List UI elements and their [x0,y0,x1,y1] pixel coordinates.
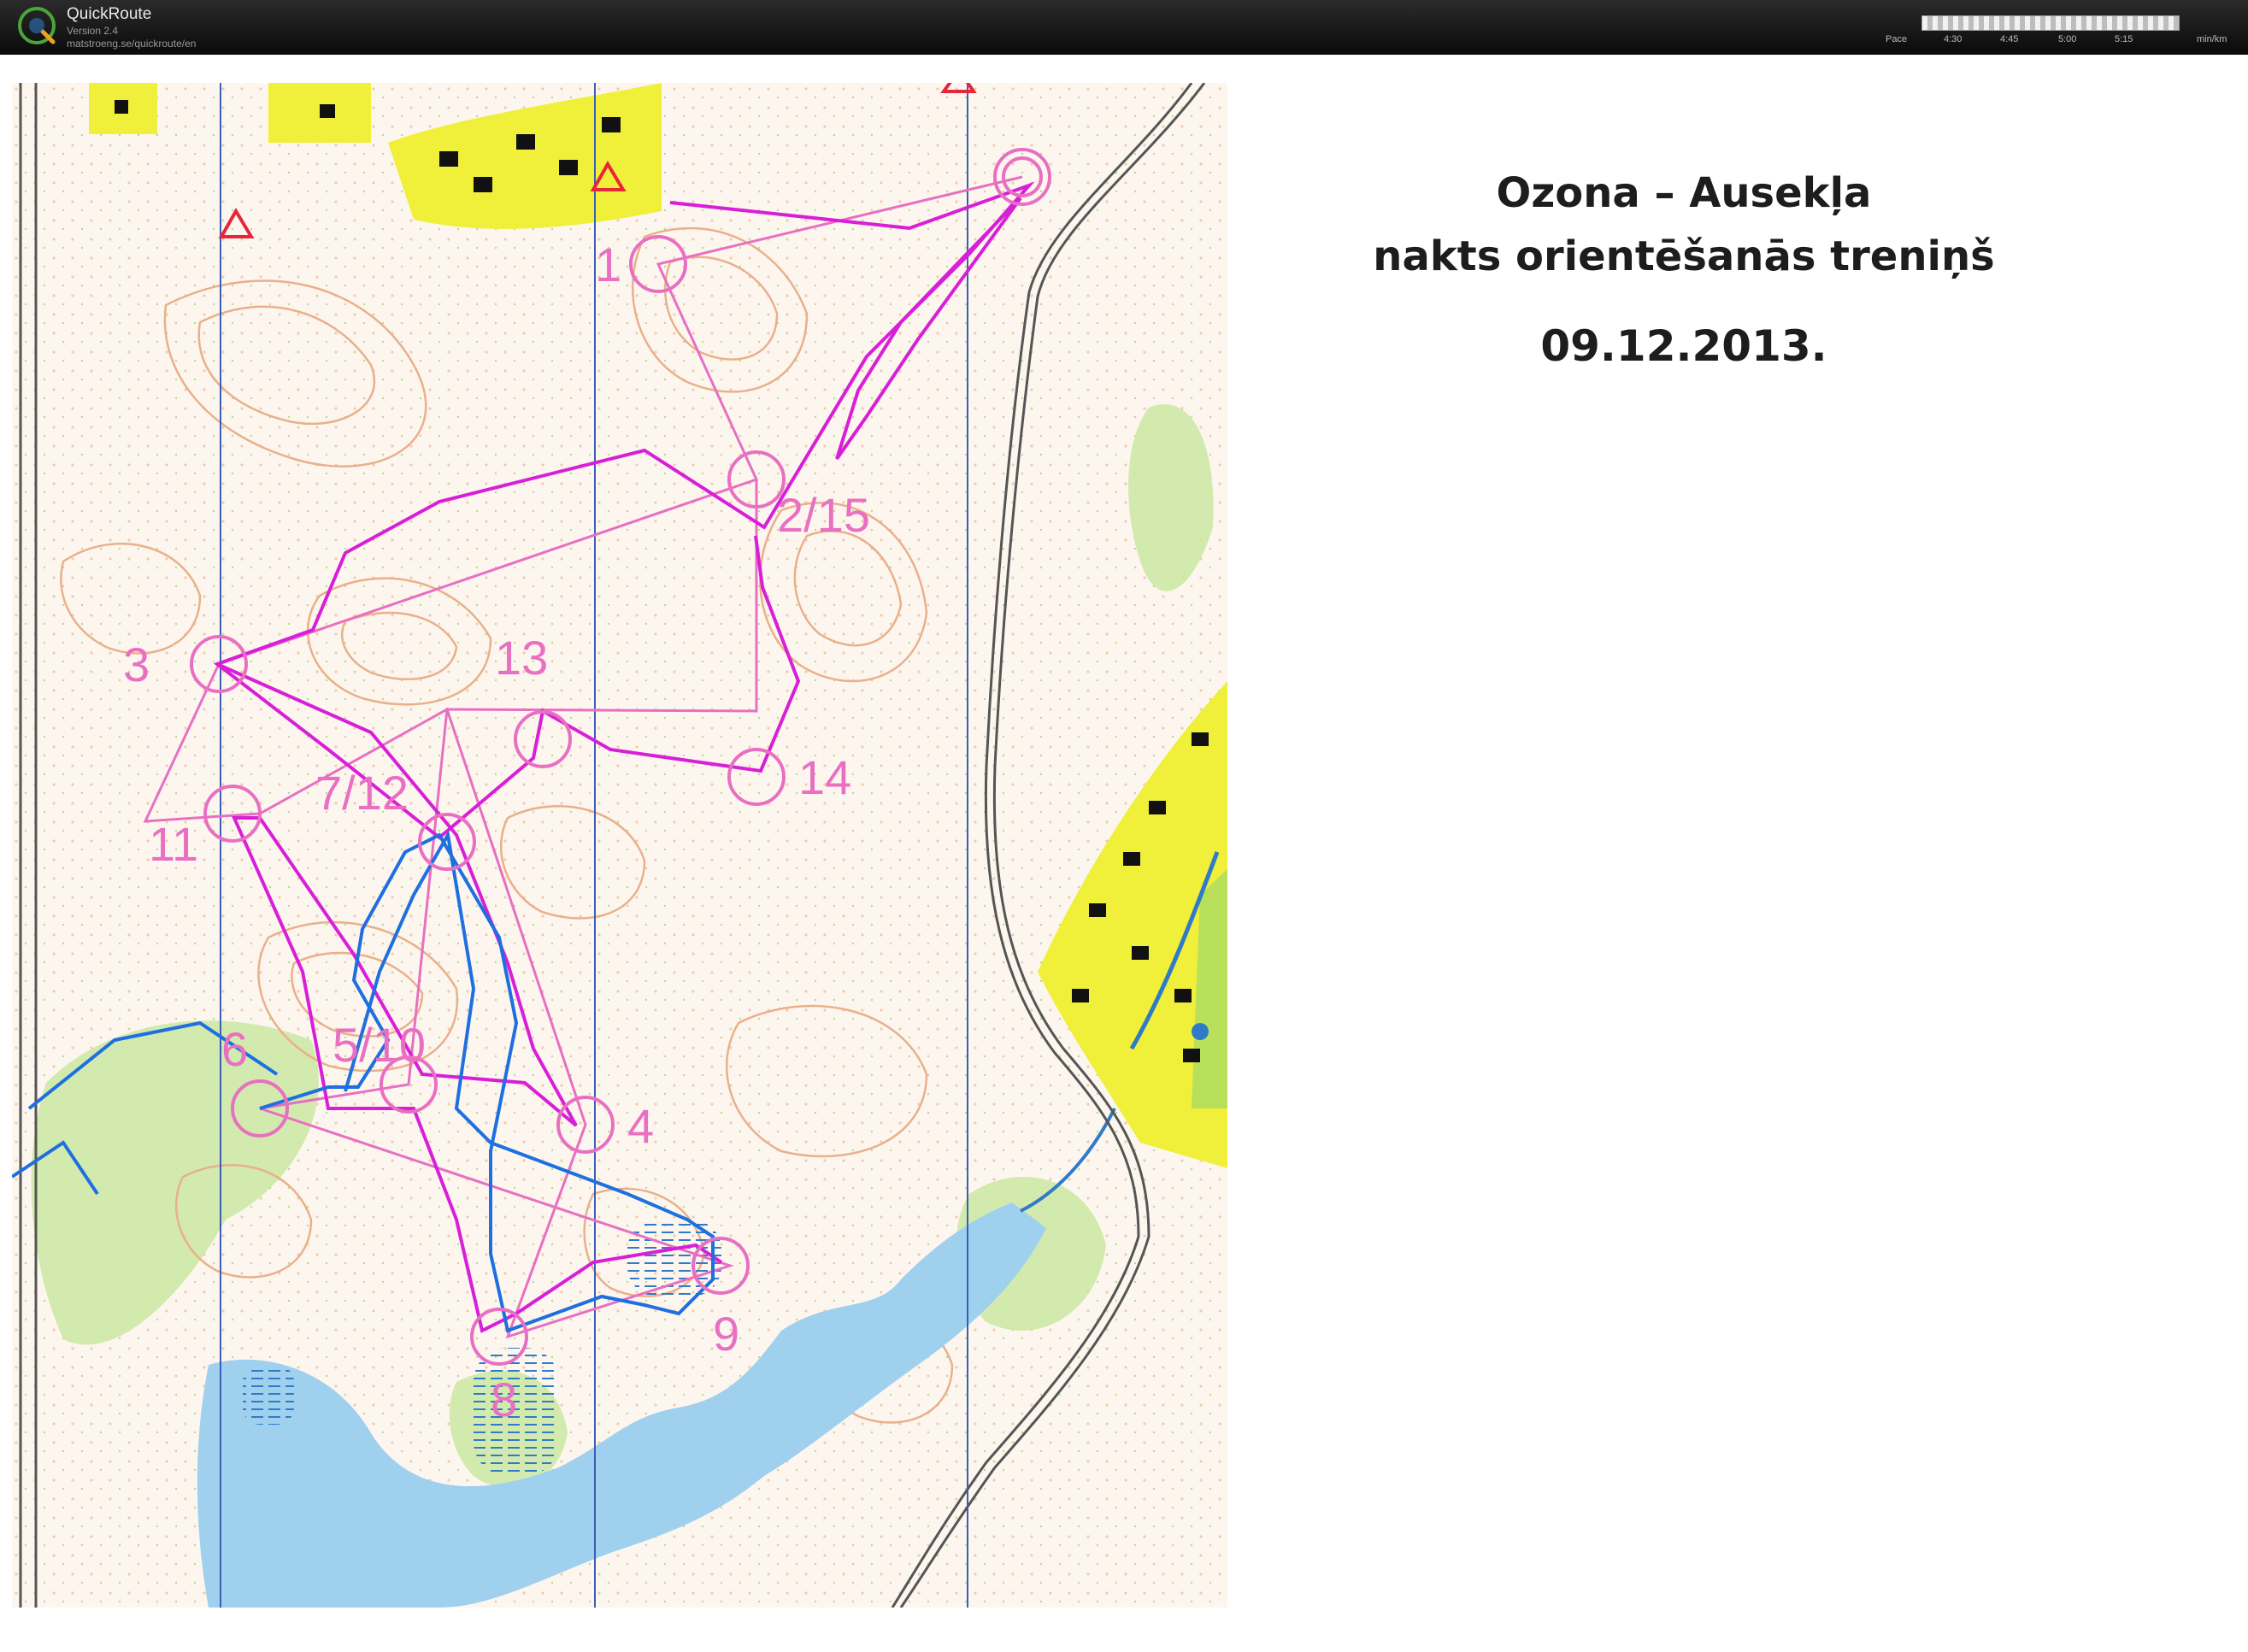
title-bar: QuickRoute Version 2.4 matstroeng.se/qui… [0,0,2248,55]
control-label: 6 [221,1022,248,1076]
pace-tick: 4:45 [2000,34,2019,44]
quickroute-logo-icon [18,7,56,44]
control-label: 3 [123,638,150,691]
marsh [243,1365,294,1425]
control-label: 5/10 [332,1018,426,1072]
pace-unit: min/km [2197,34,2227,44]
control-label: 14 [798,750,851,804]
control-label: 13 [495,631,548,685]
map-title-line-1: Ozona – Ausekļa [1496,169,1872,217]
control-label: 1 [595,238,621,291]
control-label: 7/12 [315,766,409,820]
orienteering-map[interactable]: 1 2/15 3 4 5/10 6 7/12 8 9 11 13 14 [12,83,1227,1608]
pace-tick: 5:00 [2058,34,2077,44]
map-date: 09.12.2013. [1540,321,1827,371]
control-label: 2/15 [777,488,870,542]
pace-tick: 5:15 [2115,34,2133,44]
app-version: Version 2.4 [67,25,119,37]
pace-label: Pace [1886,34,1908,44]
control-label: 11 [149,817,198,871]
control-label: 4 [627,1099,654,1153]
pace-tick: 4:30 [1944,34,1963,44]
control-label: 9 [713,1307,739,1361]
pace-color-scale [1921,15,2180,31]
map-title-line-2: nakts orientēšanās treniņš [1373,232,1995,280]
app-url-link[interactable]: matstroeng.se/quickroute/en [67,38,196,50]
app-name: QuickRoute [67,5,152,23]
control-label: 8 [491,1373,517,1426]
map-canvas: 1 2/15 3 4 5/10 6 7/12 8 9 11 13 14 [12,83,1227,1608]
